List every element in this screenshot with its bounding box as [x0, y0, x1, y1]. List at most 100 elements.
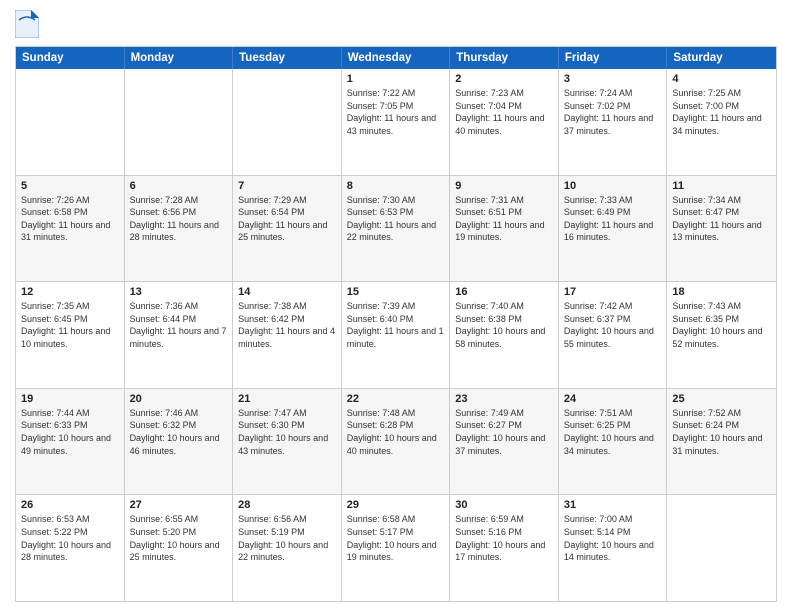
day-info: Sunrise: 7:38 AMSunset: 6:42 PMDaylight:… [238, 300, 336, 350]
day-info: Sunrise: 6:55 AMSunset: 5:20 PMDaylight:… [130, 513, 228, 563]
day-info: Sunrise: 7:30 AMSunset: 6:53 PMDaylight:… [347, 194, 445, 244]
day-info: Sunrise: 7:36 AMSunset: 6:44 PMDaylight:… [130, 300, 228, 350]
day-info: Sunrise: 7:33 AMSunset: 6:49 PMDaylight:… [564, 194, 662, 244]
calendar-cell: 7 Sunrise: 7:29 AMSunset: 6:54 PMDaylight… [233, 176, 342, 282]
day-info: Sunrise: 6:53 AMSunset: 5:22 PMDaylight:… [21, 513, 119, 563]
day-number: 4 [672, 73, 771, 85]
day-number: 2 [455, 73, 553, 85]
calendar-cell: 10Sunrise: 7:33 AMSunset: 6:49 PMDayligh… [559, 176, 668, 282]
calendar-cell: 29 Sunrise: 6:58 AMSunset: 5:17 PMDayligh… [342, 495, 451, 601]
day-info: Sunrise: 7:29 AMSunset: 6:54 PMDaylight:… [238, 194, 336, 244]
header-day-tuesday: Tuesday [233, 47, 342, 69]
day-number: 3 [564, 73, 662, 85]
calendar-cell: 19Sunrise: 7:44 AMSunset: 6:33 PMDayligh… [16, 389, 125, 495]
calendar-cell: 25 Sunrise: 7:52 AMSunset: 6:24 PMDayligh… [667, 389, 776, 495]
calendar-cell: 22 Sunrise: 7:48 AMSunset: 6:28 PMDayligh… [342, 389, 451, 495]
calendar-cell [125, 69, 234, 175]
day-number: 16 [455, 286, 553, 298]
calendar-cell: 5 Sunrise: 7:26 AMSunset: 6:58 PMDaylight… [16, 176, 125, 282]
logo [15, 10, 43, 38]
calendar-row-2: 12 Sunrise: 7:35 AMSunset: 6:45 PMDayligh… [16, 282, 776, 389]
day-number: 7 [238, 180, 336, 192]
day-info: Sunrise: 7:40 AMSunset: 6:38 PMDaylight:… [455, 300, 553, 350]
calendar-row-1: 5 Sunrise: 7:26 AMSunset: 6:58 PMDaylight… [16, 176, 776, 283]
calendar-cell: 26 Sunrise: 6:53 AMSunset: 5:22 PMDayligh… [16, 495, 125, 601]
day-info: Sunrise: 7:25 AMSunset: 7:00 PMDaylight:… [672, 87, 771, 137]
day-number: 9 [455, 180, 553, 192]
day-info: Sunrise: 7:51 AMSunset: 6:25 PMDaylight:… [564, 407, 662, 457]
day-number: 8 [347, 180, 445, 192]
calendar-cell: 30 Sunrise: 6:59 AMSunset: 5:16 PMDayligh… [450, 495, 559, 601]
day-number: 13 [130, 286, 228, 298]
calendar-cell: 24Sunrise: 7:51 AMSunset: 6:25 PMDayligh… [559, 389, 668, 495]
calendar-cell: 14Sunrise: 7:38 AMSunset: 6:42 PMDayligh… [233, 282, 342, 388]
day-info: Sunrise: 7:52 AMSunset: 6:24 PMDaylight:… [672, 407, 771, 457]
day-info: Sunrise: 6:56 AMSunset: 5:19 PMDaylight:… [238, 513, 336, 563]
calendar-cell: 31Sunrise: 7:00 AMSunset: 5:14 PMDayligh… [559, 495, 668, 601]
day-number: 23 [455, 393, 553, 405]
day-info: Sunrise: 7:34 AMSunset: 6:47 PMDaylight:… [672, 194, 771, 244]
calendar-cell: 28 Sunrise: 6:56 AMSunset: 5:19 PMDayligh… [233, 495, 342, 601]
day-info: Sunrise: 7:22 AMSunset: 7:05 PMDaylight:… [347, 87, 445, 137]
day-number: 5 [21, 180, 119, 192]
header-day-monday: Monday [125, 47, 234, 69]
calendar-cell: 6 Sunrise: 7:28 AMSunset: 6:56 PMDaylight… [125, 176, 234, 282]
day-info: Sunrise: 6:58 AMSunset: 5:17 PMDaylight:… [347, 513, 445, 563]
day-number: 12 [21, 286, 119, 298]
day-info: Sunrise: 7:48 AMSunset: 6:28 PMDaylight:… [347, 407, 445, 457]
day-number: 21 [238, 393, 336, 405]
day-info: Sunrise: 7:26 AMSunset: 6:58 PMDaylight:… [21, 194, 119, 244]
calendar-row-0: 1 Sunrise: 7:22 AMSunset: 7:05 PMDaylight… [16, 69, 776, 176]
day-number: 20 [130, 393, 228, 405]
calendar-cell: 4 Sunrise: 7:25 AMSunset: 7:00 PMDaylight… [667, 69, 776, 175]
calendar-row-4: 26 Sunrise: 6:53 AMSunset: 5:22 PMDayligh… [16, 495, 776, 601]
day-info: Sunrise: 7:49 AMSunset: 6:27 PMDaylight:… [455, 407, 553, 457]
day-number: 1 [347, 73, 445, 85]
calendar-cell: 2Sunrise: 7:23 AMSunset: 7:04 PMDaylight… [450, 69, 559, 175]
calendar-cell: 15Sunrise: 7:39 AMSunset: 6:40 PMDayligh… [342, 282, 451, 388]
calendar-cell [233, 69, 342, 175]
day-info: Sunrise: 7:28 AMSunset: 6:56 PMDaylight:… [130, 194, 228, 244]
day-info: Sunrise: 7:47 AMSunset: 6:30 PMDaylight:… [238, 407, 336, 457]
day-info: Sunrise: 7:42 AMSunset: 6:37 PMDaylight:… [564, 300, 662, 350]
calendar-cell: 1 Sunrise: 7:22 AMSunset: 7:05 PMDaylight… [342, 69, 451, 175]
day-info: Sunrise: 7:35 AMSunset: 6:45 PMDaylight:… [21, 300, 119, 350]
day-number: 28 [238, 499, 336, 511]
header-day-sunday: Sunday [16, 47, 125, 69]
calendar-row-3: 19Sunrise: 7:44 AMSunset: 6:33 PMDayligh… [16, 389, 776, 496]
calendar-cell [16, 69, 125, 175]
calendar-cell: 3 Sunrise: 7:24 AMSunset: 7:02 PMDaylight… [559, 69, 668, 175]
day-number: 30 [455, 499, 553, 511]
day-number: 26 [21, 499, 119, 511]
header-day-thursday: Thursday [450, 47, 559, 69]
calendar-cell: 27 Sunrise: 6:55 AMSunset: 5:20 PMDayligh… [125, 495, 234, 601]
calendar-cell: 17 Sunrise: 7:42 AMSunset: 6:37 PMDayligh… [559, 282, 668, 388]
day-number: 17 [564, 286, 662, 298]
day-number: 6 [130, 180, 228, 192]
day-info: Sunrise: 7:46 AMSunset: 6:32 PMDaylight:… [130, 407, 228, 457]
day-number: 11 [672, 180, 771, 192]
day-info: Sunrise: 7:43 AMSunset: 6:35 PMDaylight:… [672, 300, 771, 350]
day-info: Sunrise: 6:59 AMSunset: 5:16 PMDaylight:… [455, 513, 553, 563]
calendar-cell: 18 Sunrise: 7:43 AMSunset: 6:35 PMDayligh… [667, 282, 776, 388]
calendar-cell: 20 Sunrise: 7:46 AMSunset: 6:32 PMDayligh… [125, 389, 234, 495]
calendar-body: 1 Sunrise: 7:22 AMSunset: 7:05 PMDaylight… [16, 69, 776, 601]
calendar-cell: 16 Sunrise: 7:40 AMSunset: 6:38 PMDayligh… [450, 282, 559, 388]
calendar-cell: 8 Sunrise: 7:30 AMSunset: 6:53 PMDaylight… [342, 176, 451, 282]
day-number: 22 [347, 393, 445, 405]
day-number: 25 [672, 393, 771, 405]
day-number: 31 [564, 499, 662, 511]
day-number: 18 [672, 286, 771, 298]
day-info: Sunrise: 7:24 AMSunset: 7:02 PMDaylight:… [564, 87, 662, 137]
calendar-cell: 11 Sunrise: 7:34 AMSunset: 6:47 PMDayligh… [667, 176, 776, 282]
day-number: 29 [347, 499, 445, 511]
calendar-cell [667, 495, 776, 601]
day-number: 15 [347, 286, 445, 298]
calendar-cell: 21 Sunrise: 7:47 AMSunset: 6:30 PMDayligh… [233, 389, 342, 495]
calendar-cell: 12 Sunrise: 7:35 AMSunset: 6:45 PMDayligh… [16, 282, 125, 388]
calendar-cell: 23 Sunrise: 7:49 AMSunset: 6:27 PMDayligh… [450, 389, 559, 495]
header-day-saturday: Saturday [667, 47, 776, 69]
day-number: 27 [130, 499, 228, 511]
header-day-wednesday: Wednesday [342, 47, 451, 69]
calendar-header: SundayMondayTuesdayWednesdayThursdayFrid… [16, 47, 776, 69]
